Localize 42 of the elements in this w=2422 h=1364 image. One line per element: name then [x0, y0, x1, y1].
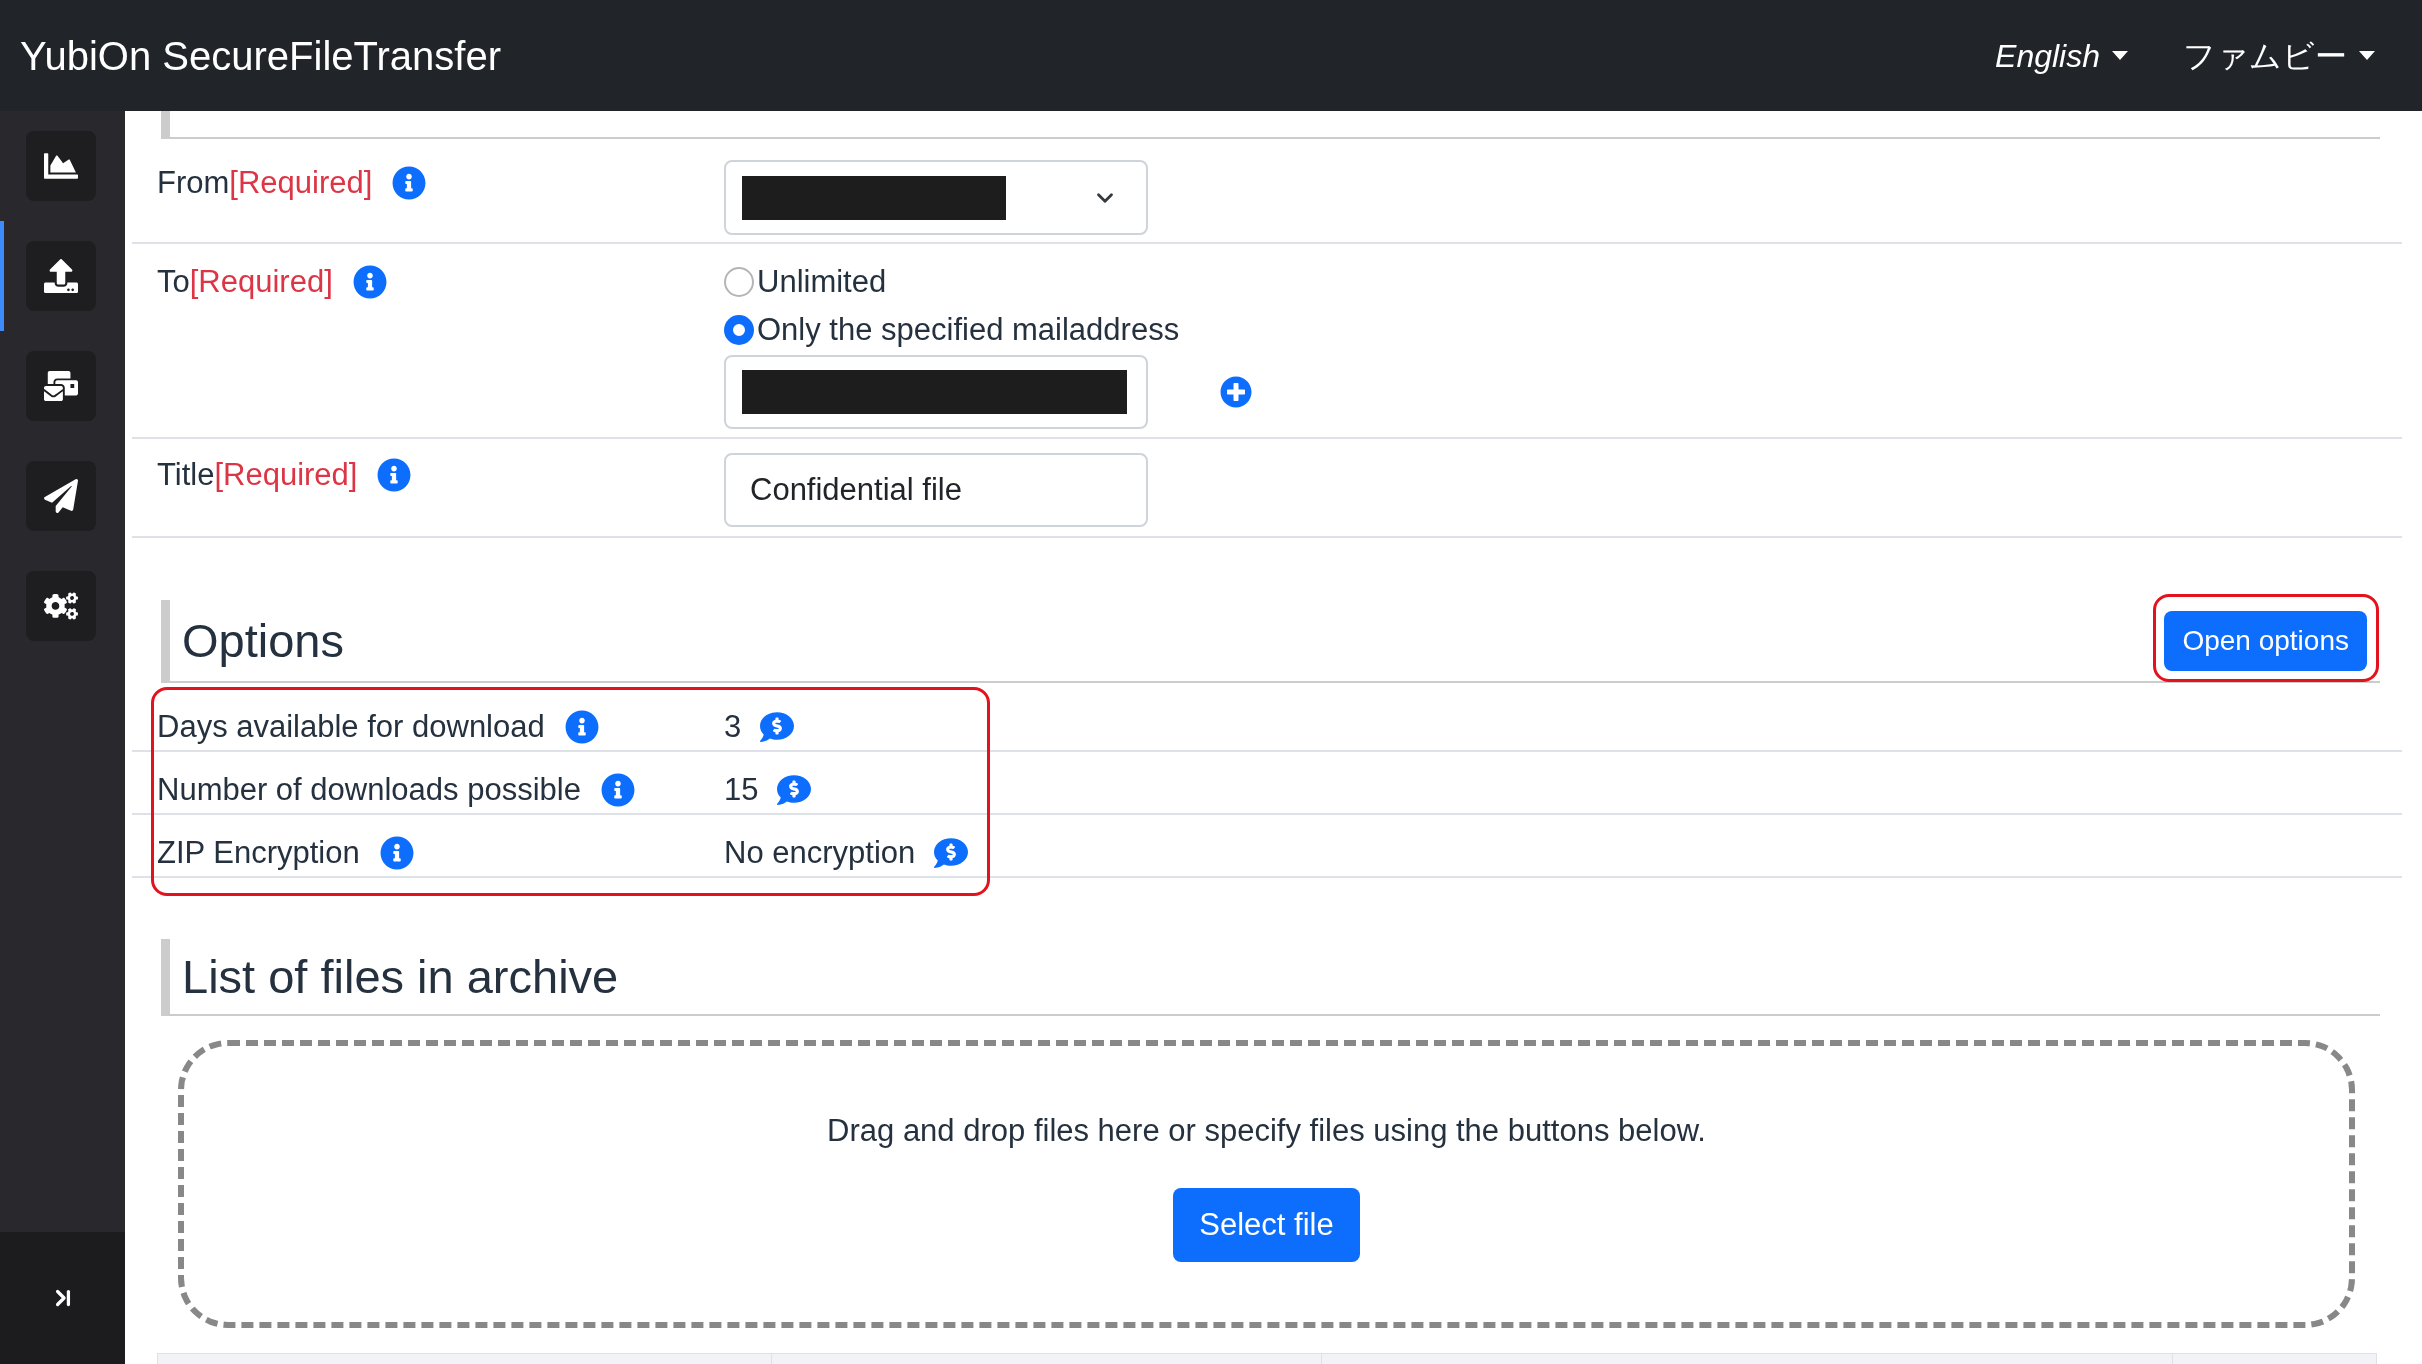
- option-label: ZIP Encryption: [157, 835, 360, 871]
- option-label: Number of downloads possible: [157, 772, 581, 808]
- mail-stack-icon: [26, 351, 96, 421]
- drop-zone[interactable]: Drag and drop files here or specify files using the buttons below. Select file: [178, 1040, 2355, 1328]
- dollar-speech-bubble-icon[interactable]: [760, 710, 795, 744]
- open-options-button[interactable]: Open options: [2164, 610, 2367, 671]
- gears-icon: [26, 571, 96, 641]
- caret-icon: [2112, 51, 2128, 60]
- select-file-button[interactable]: Select file: [1173, 1188, 1360, 1262]
- option-value: No encryption: [724, 835, 916, 871]
- field-label: Title[Required]: [157, 457, 358, 493]
- dropdown-menu[interactable]: ファムビー: [2183, 31, 2375, 80]
- upload-icon: [26, 241, 96, 311]
- info-icon[interactable]: [564, 710, 599, 744]
- info-icon[interactable]: [392, 166, 427, 200]
- section-title: List of files in archive: [182, 948, 619, 1005]
- radio-label: Only the specified mailaddress: [757, 312, 1180, 348]
- field-label: From[Required]: [157, 165, 373, 201]
- dollar-speech-bubble-icon[interactable]: [777, 773, 812, 807]
- dropdown-menu[interactable]: English: [1995, 31, 2128, 80]
- app-title: YubiOn SecureFileTransfer: [20, 32, 501, 80]
- info-icon[interactable]: [600, 773, 635, 807]
- radio-button[interactable]: [724, 315, 754, 345]
- option-value: 15: [724, 772, 759, 808]
- paper-plane-icon: [26, 461, 96, 531]
- email-field[interactable]: [724, 355, 1148, 429]
- info-icon[interactable]: [352, 265, 387, 299]
- caret-icon: [2359, 51, 2375, 60]
- select-field[interactable]: [724, 160, 1148, 235]
- field-label: To[Required]: [157, 264, 333, 300]
- radio-label: Unlimited: [757, 264, 887, 300]
- option-label: Days available for download: [157, 709, 545, 745]
- dollar-speech-bubble-icon[interactable]: [934, 836, 969, 870]
- drop-hint: Drag and drop files here or specify files using the buttons below.: [827, 1113, 1706, 1149]
- area-chart-icon: [26, 131, 96, 201]
- add-icon[interactable]: [1220, 376, 1252, 408]
- title-field[interactable]: Confidential file: [724, 453, 1148, 527]
- section-title: Options: [182, 612, 344, 669]
- info-icon[interactable]: [379, 836, 414, 870]
- radio-button[interactable]: [724, 267, 754, 297]
- info-icon[interactable]: [377, 458, 412, 492]
- option-value: 3: [724, 709, 742, 745]
